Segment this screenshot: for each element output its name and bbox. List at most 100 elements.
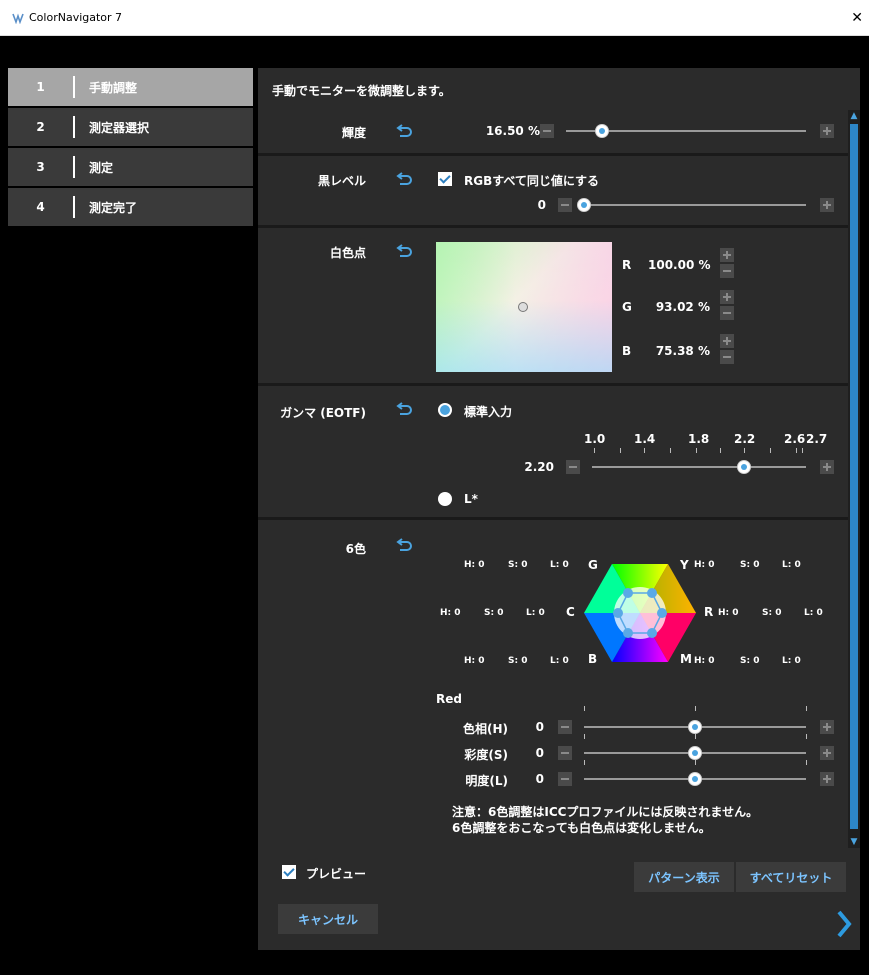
black-level-value: 0 bbox=[537, 198, 546, 212]
slider-knob[interactable] bbox=[577, 198, 591, 212]
g-h-readout: H: 0 bbox=[464, 560, 485, 570]
channel-g-minus-button[interactable] bbox=[720, 306, 734, 320]
scroll-up-icon[interactable]: ▲ bbox=[848, 110, 860, 122]
lightness-label: 明度(L) bbox=[465, 774, 508, 788]
channel-b-value: 75.38 % bbox=[655, 344, 710, 358]
white-point-chromaticity-map[interactable] bbox=[436, 242, 612, 372]
app-icon bbox=[12, 12, 24, 24]
r-h-readout: H: 0 bbox=[718, 608, 739, 618]
saturation-minus-button[interactable] bbox=[558, 746, 572, 760]
channel-g-value: 93.02 % bbox=[655, 300, 710, 314]
slider-tick bbox=[695, 760, 696, 765]
channel-b-minus-button[interactable] bbox=[720, 350, 734, 364]
gamma-tick bbox=[696, 448, 697, 453]
gamma-section: ガンマ (EOTF) 標準入力 1.0 1.4 1.8 2.2 2.6 2.7 … bbox=[258, 386, 848, 520]
six-color-label: 6色 bbox=[345, 542, 366, 556]
gamma-minus-button[interactable] bbox=[566, 460, 580, 474]
saturation-value: 0 bbox=[535, 746, 544, 760]
channel-r-minus-button[interactable] bbox=[720, 264, 734, 278]
black-level-plus-button[interactable] bbox=[820, 198, 834, 212]
slider-tick bbox=[584, 706, 585, 711]
gamma-plus-button[interactable] bbox=[820, 460, 834, 474]
gamma-tick bbox=[744, 448, 745, 453]
white-point-marker[interactable] bbox=[518, 302, 528, 312]
channel-r-plus-button[interactable] bbox=[720, 248, 734, 262]
scrollbar-thumb[interactable] bbox=[850, 124, 858, 829]
saturation-label: 彩度(S) bbox=[464, 748, 508, 762]
scroll-down-icon[interactable]: ▼ bbox=[848, 836, 860, 848]
slider-knob[interactable] bbox=[736, 460, 751, 474]
hue-minus-button[interactable] bbox=[558, 720, 572, 734]
g-l-readout: L: 0 bbox=[550, 560, 569, 570]
hue-letter-m: M bbox=[680, 652, 692, 666]
gamma-tick bbox=[644, 448, 645, 453]
reset-all-button[interactable]: すべてリセット bbox=[736, 862, 846, 892]
brightness-minus-button[interactable] bbox=[540, 124, 554, 138]
step-divider bbox=[73, 156, 75, 178]
hue-letter-g: G bbox=[588, 558, 598, 572]
next-arrow-icon[interactable] bbox=[836, 910, 852, 938]
slider-knob[interactable] bbox=[595, 124, 609, 138]
step-item-measure[interactable]: 3 測定 bbox=[8, 148, 253, 186]
step-number: 2 bbox=[36, 120, 45, 134]
hue-letter-y: Y bbox=[680, 558, 689, 572]
black-level-slider-track[interactable] bbox=[584, 204, 806, 206]
close-icon[interactable]: ✕ bbox=[851, 10, 863, 26]
m-h-readout: H: 0 bbox=[694, 656, 715, 666]
b-h-readout: H: 0 bbox=[464, 656, 485, 666]
slider-tick bbox=[806, 706, 807, 711]
lightness-plus-button[interactable] bbox=[820, 772, 834, 786]
cancel-button[interactable]: キャンセル bbox=[278, 904, 378, 934]
six-color-note-line1: 注意：6色調整はICCプロファイルには反映されません。 bbox=[452, 805, 759, 819]
c-h-readout: H: 0 bbox=[440, 608, 461, 618]
step-item-complete[interactable]: 4 測定完了 bbox=[8, 188, 253, 226]
step-divider bbox=[73, 116, 75, 138]
hue-label: 色相(H) bbox=[462, 722, 508, 736]
step-number: 3 bbox=[36, 160, 45, 174]
lightness-minus-button[interactable] bbox=[558, 772, 572, 786]
gamma-tick bbox=[770, 448, 771, 453]
step-item-select-device[interactable]: 2 測定器選択 bbox=[8, 108, 253, 146]
slider-knob[interactable] bbox=[688, 720, 702, 734]
g-s-readout: S: 0 bbox=[508, 560, 528, 570]
vertical-scrollbar[interactable]: ▲ ▼ bbox=[848, 110, 860, 848]
brightness-plus-button[interactable] bbox=[820, 124, 834, 138]
gamma-lstar-radio[interactable] bbox=[438, 492, 452, 506]
reset-icon[interactable] bbox=[396, 172, 412, 186]
reset-icon[interactable] bbox=[396, 402, 412, 416]
step-label: 手動調整 bbox=[89, 80, 138, 95]
gamma-tick bbox=[620, 448, 621, 453]
channel-g-plus-button[interactable] bbox=[720, 290, 734, 304]
channel-b-label: B bbox=[622, 344, 632, 358]
gamma-standard-radio[interactable] bbox=[438, 403, 452, 417]
reset-icon[interactable] bbox=[396, 244, 412, 258]
step-item-manual-adjust[interactable]: 1 手動調整 bbox=[8, 68, 253, 106]
pattern-display-button[interactable]: パターン表示 bbox=[634, 862, 734, 892]
c-s-readout: S: 0 bbox=[484, 608, 504, 618]
step-number: 1 bbox=[36, 80, 45, 94]
hue-letter-c: C bbox=[566, 605, 575, 619]
slider-knob[interactable] bbox=[688, 746, 702, 760]
y-h-readout: H: 0 bbox=[694, 560, 715, 570]
hue-letter-r: R bbox=[704, 605, 714, 619]
c-l-readout: L: 0 bbox=[526, 608, 545, 618]
black-level-label: 黒レベル bbox=[317, 174, 366, 188]
slider-knob[interactable] bbox=[688, 772, 702, 786]
reset-icon[interactable] bbox=[396, 538, 412, 552]
rgb-same-value-checkbox[interactable] bbox=[438, 172, 452, 186]
gamma-tick bbox=[802, 448, 803, 453]
preview-checkbox[interactable] bbox=[282, 865, 296, 879]
rgb-same-value-label: RGBすべて同じ値にする bbox=[464, 174, 600, 188]
reset-icon[interactable] bbox=[396, 124, 412, 138]
gamma-slider-track[interactable] bbox=[592, 466, 806, 468]
six-color-hexagon[interactable] bbox=[584, 564, 696, 662]
black-level-minus-button[interactable] bbox=[558, 198, 572, 212]
channel-b-plus-button[interactable] bbox=[720, 334, 734, 348]
step-number: 4 bbox=[36, 200, 45, 214]
saturation-plus-button[interactable] bbox=[820, 746, 834, 760]
hue-plus-button[interactable] bbox=[820, 720, 834, 734]
hue-value: 0 bbox=[535, 720, 544, 734]
b-s-readout: S: 0 bbox=[508, 656, 528, 666]
channel-r-label: R bbox=[622, 258, 632, 272]
window-title: ColorNavigator 7 bbox=[29, 11, 123, 24]
